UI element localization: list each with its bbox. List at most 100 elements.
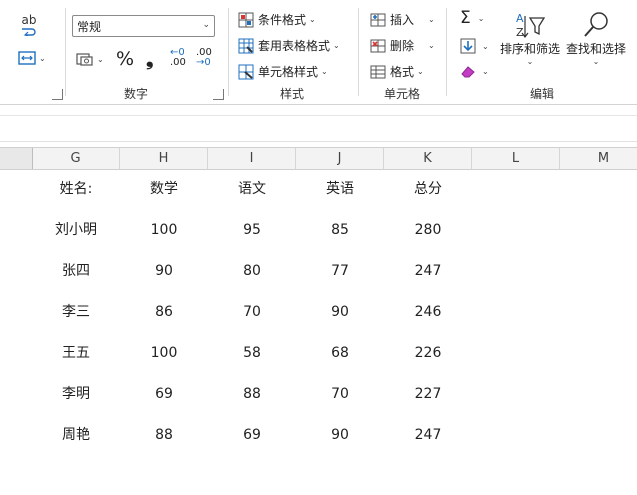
formula-bar-area <box>0 105 637 142</box>
table-cell[interactable]: 227 <box>384 374 472 415</box>
chevron-down-icon: ⌄ <box>321 67 328 76</box>
delete-cells-button[interactable]: 删除 ⌄ <box>370 37 435 54</box>
column-header-h[interactable]: H <box>120 148 208 169</box>
fill-button[interactable]: ⌄ <box>460 38 489 54</box>
ribbon: ab ⌄ 常规 ⌄ ⌄ % ❟ ←0 .00 .00 →0 数字 条件格式 ⌄ … <box>0 0 637 105</box>
insert-cells-button[interactable]: 插入 ⌄ <box>370 11 435 28</box>
decrease-decimal-button[interactable]: ←0 .00 <box>170 48 186 68</box>
column-headers: G H I J K L M <box>0 147 637 170</box>
table-header-cell[interactable]: 总分 <box>384 169 472 210</box>
table-cell[interactable]: 70 <box>296 374 384 415</box>
column-header-l[interactable]: L <box>472 148 560 169</box>
table-cell[interactable]: 90 <box>296 415 384 456</box>
clear-button[interactable]: ⌄ <box>460 64 489 78</box>
column-header-j[interactable]: J <box>296 148 384 169</box>
table-cell[interactable]: 85 <box>296 210 384 251</box>
chevron-down-icon[interactable]: ⌄ <box>97 55 104 64</box>
wrap-arrow-icon <box>22 28 36 36</box>
chevron-down-icon[interactable]: ⌄ <box>39 54 46 63</box>
table-cell[interactable]: 77 <box>296 251 384 292</box>
table-cell[interactable]: 90 <box>296 292 384 333</box>
table-cell[interactable]: 周艳 <box>32 415 120 456</box>
cell-styles-label: 单元格样式 <box>258 65 319 79</box>
table-cell[interactable]: 95 <box>208 210 296 251</box>
table-cell[interactable]: 226 <box>384 333 472 374</box>
table-cell[interactable]: 280 <box>384 210 472 251</box>
divider <box>0 115 637 116</box>
table-header-cell[interactable]: 英语 <box>296 169 384 210</box>
chevron-down-icon: ⌄ <box>417 67 424 76</box>
merge-center-button[interactable]: ⌄ <box>18 50 46 66</box>
table-cell[interactable]: 80 <box>208 251 296 292</box>
table-cell[interactable]: 李三 <box>32 292 120 333</box>
table-cell[interactable]: 100 <box>120 333 208 374</box>
alignment-dialog-launcher[interactable] <box>52 89 63 100</box>
select-all-corner[interactable] <box>0 148 33 169</box>
insert-icon <box>370 13 386 26</box>
column-header-k[interactable]: K <box>384 148 472 169</box>
number-format-dropdown[interactable]: 常规 ⌄ <box>72 15 215 37</box>
chevron-down-icon: ⌄ <box>202 20 210 30</box>
format-label: 格式 <box>390 65 415 79</box>
table-cell[interactable]: 68 <box>296 333 384 374</box>
cell-styles-icon <box>238 64 254 79</box>
arrow-right-icon: →0 <box>196 57 211 68</box>
table-cell[interactable]: 张四 <box>32 251 120 292</box>
chevron-down-icon: ⌄ <box>428 15 435 24</box>
autosum-button[interactable]: Σ ⌄ <box>460 8 484 28</box>
column-header-m[interactable]: M <box>560 148 637 169</box>
insert-label: 插入 <box>390 13 415 27</box>
table-header-cell[interactable]: 语文 <box>208 169 296 210</box>
format-cells-button[interactable]: 格式 ⌄ <box>370 63 424 80</box>
table-cell[interactable]: 58 <box>208 333 296 374</box>
number-dialog-launcher[interactable] <box>213 89 224 100</box>
table-cell[interactable]: 100 <box>120 210 208 251</box>
table-format-icon <box>238 38 254 53</box>
chevron-down-icon: ⌄ <box>333 41 340 50</box>
decimal-label: .00 <box>170 57 186 68</box>
table-cell[interactable]: 69 <box>120 374 208 415</box>
conditional-format-button[interactable]: 条件格式 ⌄ <box>238 11 316 28</box>
table-cell[interactable]: 69 <box>208 415 296 456</box>
accounting-format-button[interactable]: ⌄ <box>76 51 104 67</box>
table-cell[interactable]: 246 <box>384 292 472 333</box>
column-header-g[interactable]: G <box>32 148 120 169</box>
table-header-cell[interactable]: 姓名: <box>32 169 120 210</box>
find-select-button[interactable]: 查找和选择 ⌄ <box>566 10 626 66</box>
column-header-i[interactable]: I <box>208 148 296 169</box>
delete-icon <box>370 39 386 52</box>
format-icon <box>370 65 386 78</box>
increase-decimal-button[interactable]: .00 →0 <box>196 48 212 68</box>
sort-filter-button[interactable]: AZ 排序和筛选 ⌄ <box>500 10 560 66</box>
table-cell[interactable]: 李明 <box>32 374 120 415</box>
table-header-cell[interactable]: 数学 <box>120 169 208 210</box>
conditional-format-icon <box>238 12 254 27</box>
comma-style-button[interactable]: ❟ <box>146 48 153 70</box>
chevron-down-icon: ⌄ <box>592 57 600 66</box>
cell-styles-button[interactable]: 单元格样式 ⌄ <box>238 63 328 80</box>
table-cell[interactable]: 刘小明 <box>32 210 120 251</box>
table-cell[interactable]: 90 <box>120 251 208 292</box>
svg-text:Z: Z <box>516 26 524 39</box>
table-cell[interactable]: 247 <box>384 251 472 292</box>
chevron-down-icon: ⌄ <box>526 57 534 66</box>
percent-button[interactable]: % <box>116 48 134 70</box>
group-separator <box>65 8 66 96</box>
sigma-icon: Σ <box>460 8 471 28</box>
table-cell[interactable]: 88 <box>208 374 296 415</box>
chevron-down-icon: ⌄ <box>428 41 435 50</box>
sort-filter-icon: AZ <box>516 12 546 39</box>
format-as-table-button[interactable]: 套用表格格式 ⌄ <box>238 37 340 54</box>
group-separator <box>358 8 359 96</box>
table-cell[interactable]: 86 <box>120 292 208 333</box>
merge-cells-icon <box>18 51 36 65</box>
table-cell[interactable]: 王五 <box>32 333 120 374</box>
svg-text:A: A <box>516 12 524 25</box>
table-cell[interactable]: 70 <box>208 292 296 333</box>
wrap-text-icon: ab <box>21 13 37 27</box>
wrap-text-button[interactable]: ab <box>20 14 38 36</box>
table-cell[interactable]: 247 <box>384 415 472 456</box>
group-label-number: 数字 <box>124 87 149 101</box>
number-format-value: 常规 <box>77 19 102 34</box>
table-cell[interactable]: 88 <box>120 415 208 456</box>
